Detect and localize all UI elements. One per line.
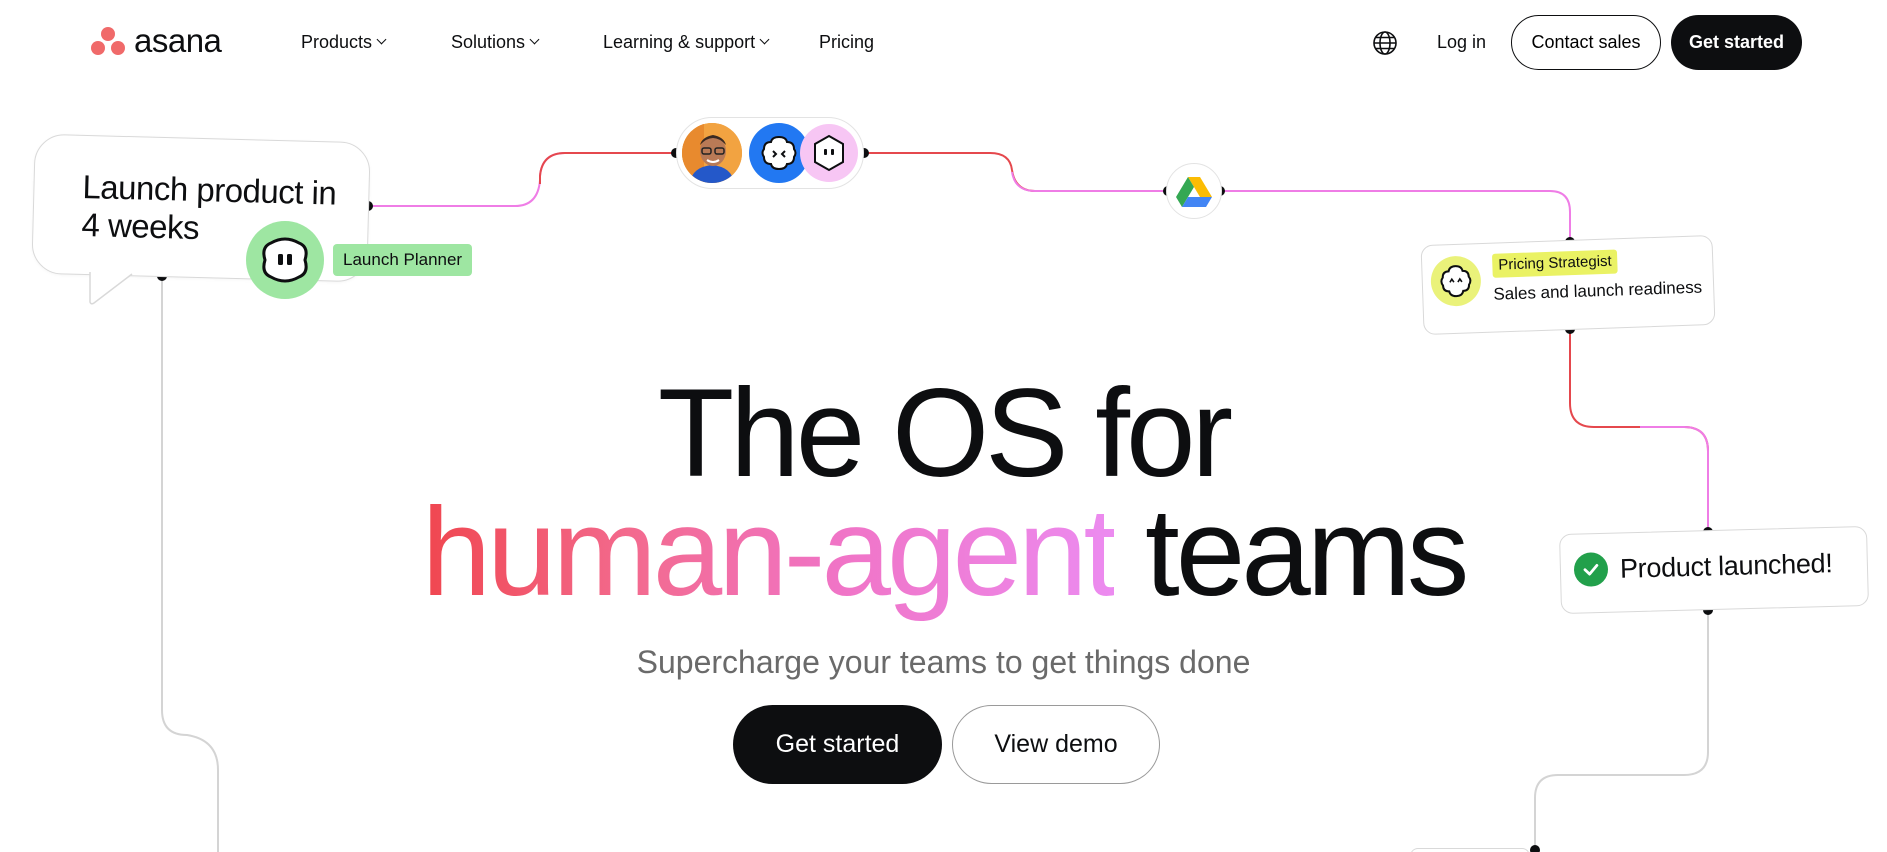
pricing-strategist-content: Pricing Strategist Sales and launch read…	[1430, 247, 1703, 308]
connector-bubble-to-pill	[368, 152, 676, 207]
globe-icon[interactable]	[1372, 30, 1398, 56]
hero-title-line-1: The OS for	[657, 364, 1233, 503]
chevron-down-icon	[529, 34, 540, 45]
nav-products-label: Products	[301, 32, 373, 52]
asana-wordmark: asana	[134, 22, 222, 59]
get-started-hero-button[interactable]: Get started	[733, 705, 942, 784]
person-avatar	[682, 123, 742, 183]
nav-learning-support[interactable]: Learning & support	[603, 30, 770, 54]
nav-pricing-label: Pricing	[819, 32, 875, 52]
google-drive-icon	[1166, 163, 1222, 219]
nav-learning-label: Learning & support	[603, 32, 756, 52]
pricing-strategist-agent-icon	[1430, 255, 1482, 307]
bubble-tail	[89, 272, 135, 305]
nav-pricing[interactable]: Pricing	[819, 30, 874, 54]
chevron-down-icon	[759, 34, 770, 45]
get-started-nav-button[interactable]: Get started	[1671, 15, 1802, 70]
launch-planner-agent-icon	[246, 221, 324, 299]
asana-logo[interactable]: asana	[90, 22, 222, 59]
chevron-down-icon	[376, 34, 387, 45]
connector-drive-to-pricing	[1220, 190, 1571, 242]
hero-gradient-text: human-agent	[421, 483, 1119, 622]
hero-title-line-2: human-agent teams	[0, 490, 1887, 615]
nav-solutions-label: Solutions	[451, 32, 526, 52]
hero-subtitle: Supercharge your teams to get things don…	[636, 644, 1251, 680]
pricing-strategist-tag: Pricing Strategist	[1491, 249, 1619, 278]
nav-solutions[interactable]: Solutions	[451, 30, 540, 54]
hero-title-teams: teams	[1114, 483, 1469, 622]
agent-avatar-pink	[800, 124, 858, 182]
contact-sales-button[interactable]: Contact sales	[1511, 15, 1661, 70]
login-link[interactable]: Log in	[1437, 30, 1486, 54]
view-demo-button[interactable]: View demo	[952, 705, 1160, 784]
connector-pill-to-drive	[864, 152, 1168, 192]
launch-planner-tag: Launch Planner	[333, 244, 473, 276]
next-card-edge	[1410, 848, 1530, 852]
asana-logo-icon	[91, 27, 125, 55]
nav-products[interactable]: Products	[301, 30, 387, 54]
